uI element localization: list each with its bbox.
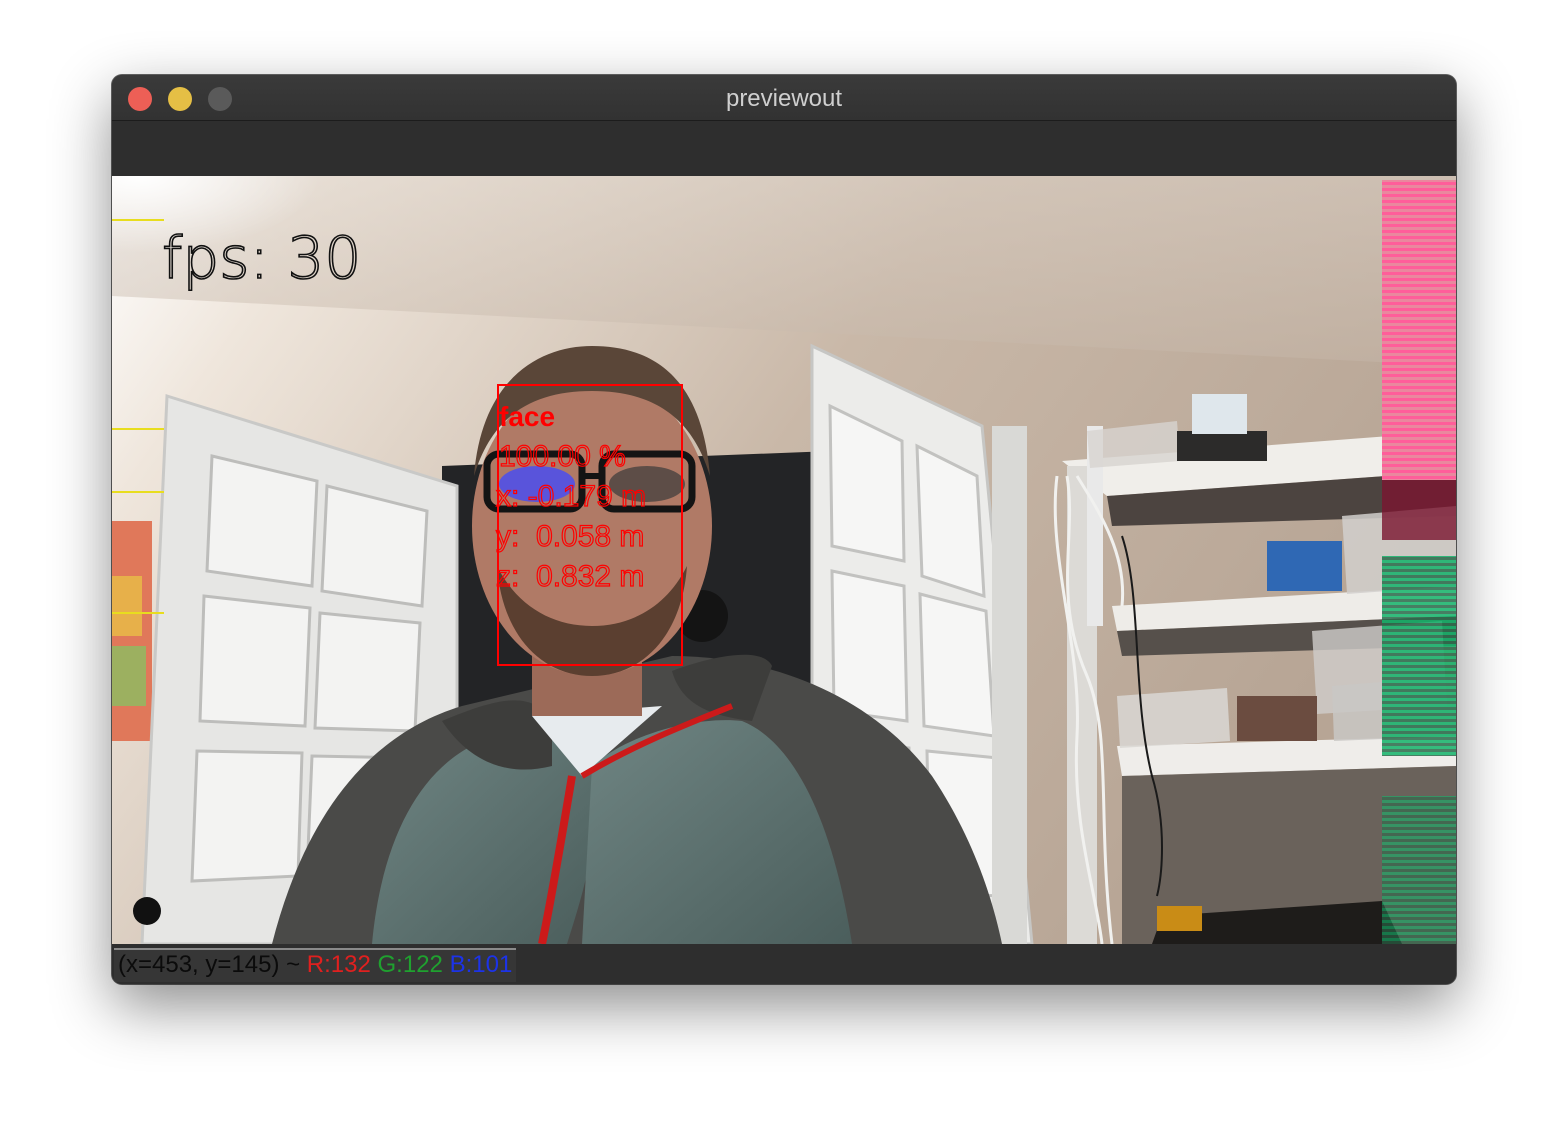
- red-value: R:132: [306, 951, 371, 978]
- cursor-coordinates: (x=453, y=145) ~: [118, 951, 301, 978]
- status-bar: (x=453, y=145) ~ R:132 G:122 B:101: [112, 944, 1456, 984]
- camera-preview[interactable]: fps: 30 face 100.00 % x: -0.179 m y: 0.0…: [112, 176, 1456, 944]
- blue-box: [1267, 541, 1342, 591]
- blue-value: B:101: [449, 951, 513, 978]
- glitch-band-green: [1382, 556, 1456, 756]
- previewout-window: previewout fps: 30 face 100.00 % x: -0.1…: [112, 75, 1456, 984]
- fps-overlay: fps: 30: [162, 224, 361, 292]
- detection-z: z: 0.832 m: [496, 560, 644, 593]
- green-value: G:122: [377, 951, 443, 978]
- detection-x: x: -0.179 m: [496, 480, 646, 513]
- toolbar: [112, 121, 1456, 176]
- detection-label: face: [499, 401, 555, 432]
- detection-y: y: 0.058 m: [496, 520, 644, 553]
- door-frame: [992, 426, 1027, 944]
- glitch-band-pink: [1382, 180, 1456, 480]
- window-title: previewout: [725, 85, 843, 112]
- detection-confidence: 100.00 %: [499, 440, 626, 473]
- pixel-readout: (x=453, y=145) ~ R:132 G:122 B:101: [114, 948, 517, 982]
- camera-frame: fps: 30 face 100.00 % x: -0.179 m y: 0.0…: [112, 176, 1456, 944]
- title-bar[interactable]: previewout: [112, 75, 1456, 121]
- door-knob: [133, 897, 161, 925]
